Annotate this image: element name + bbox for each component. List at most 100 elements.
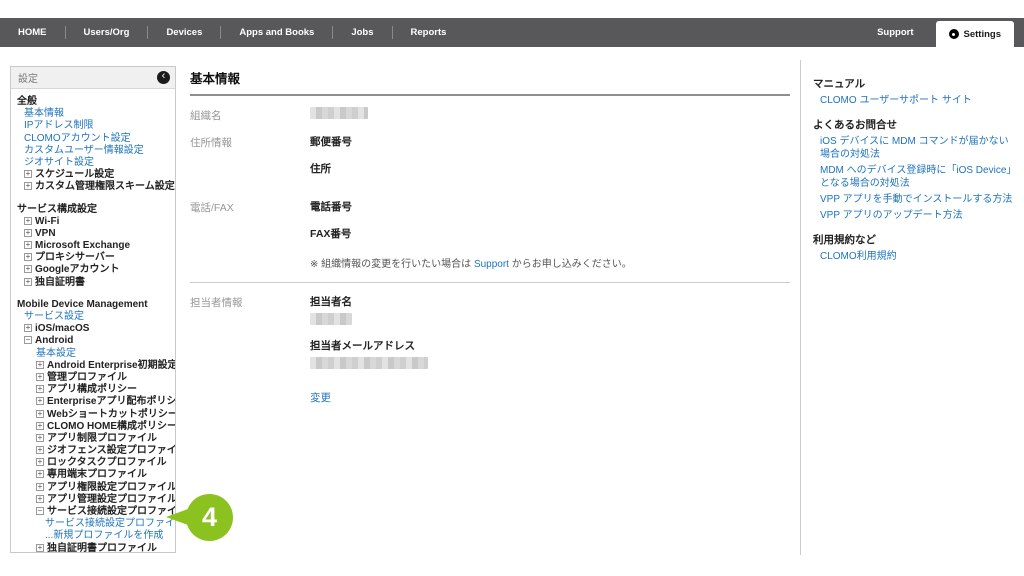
settings-tab-label: Settings bbox=[964, 29, 1001, 40]
callout-4-pointer bbox=[166, 509, 188, 525]
tree-item[interactable]: +プロキシサーバー bbox=[11, 252, 175, 264]
expand-icon[interactable]: + bbox=[24, 170, 32, 178]
expand-icon[interactable]: + bbox=[36, 422, 44, 430]
tree-item[interactable]: +独自証明書 bbox=[11, 277, 175, 289]
expand-icon[interactable]: + bbox=[36, 544, 44, 552]
help-section-title: 利用規約など bbox=[813, 232, 1016, 247]
expand-icon[interactable]: + bbox=[36, 361, 44, 369]
expand-icon[interactable]: + bbox=[36, 410, 44, 418]
expand-icon[interactable]: + bbox=[36, 446, 44, 454]
nav-item-apps-and-books[interactable]: Apps and Books bbox=[221, 18, 332, 47]
expand-icon[interactable]: + bbox=[36, 495, 44, 503]
help-link[interactable]: VPP アプリのアップデート方法 bbox=[820, 209, 1016, 222]
tree-item[interactable]: −サービス接続設定プロファイル bbox=[11, 506, 175, 518]
tree-item[interactable]: +独自証明書プロファイル bbox=[11, 543, 175, 553]
tree-item[interactable]: +ロックタスクプロファイル bbox=[11, 457, 175, 469]
tree-item[interactable]: +Googleアカウント bbox=[11, 264, 175, 276]
expand-icon[interactable]: + bbox=[36, 458, 44, 466]
expand-icon[interactable]: + bbox=[24, 265, 32, 273]
tree-item[interactable]: +Enterpriseアプリ配布ポリシー bbox=[11, 396, 175, 408]
nav-menu: HOMEUsers/OrgDevicesApps and BooksJobsRe… bbox=[0, 18, 464, 47]
contact-email-label: 担当者メールアドレス bbox=[310, 338, 428, 353]
tree-item[interactable]: +CLOMO HOME構成ポリシー bbox=[11, 421, 175, 433]
tree-item[interactable]: +管理プロファイル bbox=[11, 372, 175, 384]
tree-item[interactable]: +アプリ管理設定プロファイル bbox=[11, 494, 175, 506]
tree-item-label: iOS/macOS bbox=[35, 323, 89, 334]
expand-icon[interactable]: + bbox=[36, 483, 44, 491]
tree-item[interactable]: +Android Enterprise初期設定... bbox=[11, 360, 175, 372]
tree-item-label: IPアドレス制限 bbox=[24, 120, 93, 131]
support-link[interactable]: Support bbox=[474, 259, 509, 270]
section-divider bbox=[190, 282, 790, 283]
tree-item-label: Webショートカットポリシー bbox=[47, 409, 176, 420]
help-panel-sections: マニュアルCLOMO ユーザーサポート サイトよくあるお問合せiOS デバイスに… bbox=[813, 76, 1016, 263]
tree-item-label: Enterpriseアプリ配布ポリシー bbox=[47, 396, 176, 407]
collapse-icon[interactable]: − bbox=[24, 336, 32, 344]
expand-icon[interactable]: + bbox=[36, 397, 44, 405]
expand-icon[interactable]: + bbox=[24, 229, 32, 237]
help-link[interactable]: CLOMO ユーザーサポート サイト bbox=[820, 94, 1016, 107]
help-link[interactable]: VPP アプリを手動でインストールする方法 bbox=[820, 193, 1016, 206]
collapse-icon[interactable]: − bbox=[36, 507, 44, 515]
contact-email-redacted bbox=[310, 357, 428, 369]
tab-settings[interactable]: Settings bbox=[936, 21, 1014, 47]
tree-item[interactable]: 基本設定 bbox=[11, 348, 175, 360]
tree-item[interactable]: +Webショートカットポリシー bbox=[11, 409, 175, 421]
expand-icon[interactable]: + bbox=[36, 385, 44, 393]
clomo-settings-page: HOMEUsers/OrgDevicesApps and BooksJobsRe… bbox=[0, 0, 1024, 576]
tree-item-label: 独自証明書プロファイル bbox=[47, 543, 157, 553]
tree-item[interactable]: +ジオフェンス設定プロファイル bbox=[11, 445, 175, 457]
change-link[interactable]: 変更 bbox=[310, 390, 331, 405]
expand-icon[interactable]: + bbox=[24, 182, 32, 190]
expand-icon[interactable]: + bbox=[36, 470, 44, 478]
fax-label: FAX番号 bbox=[310, 226, 632, 241]
help-link[interactable]: CLOMO利用規約 bbox=[820, 250, 1016, 263]
sidebar-collapse-icon[interactable]: ‹ bbox=[157, 71, 170, 84]
help-link[interactable]: iOS デバイスに MDM コマンドが届かない場合の対処法 bbox=[820, 135, 1016, 161]
tree-item[interactable]: +Microsoft Exchange bbox=[11, 240, 175, 252]
expand-icon[interactable]: + bbox=[36, 373, 44, 381]
tree-item[interactable]: +アプリ制限プロファイル bbox=[11, 433, 175, 445]
expand-icon[interactable]: + bbox=[24, 253, 32, 261]
nav-item-home[interactable]: HOME bbox=[0, 18, 65, 47]
tree-item-label: アプリ構成ポリシー bbox=[47, 384, 137, 395]
nav-item-jobs[interactable]: Jobs bbox=[333, 18, 391, 47]
tree-item[interactable]: サービス設定 bbox=[11, 311, 175, 323]
settings-sidebar: 設定 ‹ 全般基本情報IPアドレス制限CLOMOアカウント設定カスタムユーザー情… bbox=[10, 66, 176, 553]
tree-item[interactable]: +Wi-Fi bbox=[11, 216, 175, 228]
tree-item[interactable]: サービス接続設定プロファイル bbox=[11, 518, 175, 530]
tree-item[interactable]: +iOS/macOS bbox=[11, 323, 175, 335]
tree-item[interactable]: ジオサイト設定 bbox=[11, 157, 175, 169]
tree-item-label: アプリ管理設定プロファイル bbox=[47, 494, 176, 505]
tree-item-label: Android Enterprise初期設定... bbox=[47, 360, 176, 371]
tree-item[interactable]: +カスタム管理権限スキーム設定 bbox=[11, 181, 175, 193]
tree-item[interactable]: +スケジュール設定 bbox=[11, 169, 175, 181]
tree-item[interactable]: +専用端末プロファイル bbox=[11, 469, 175, 481]
tree-item[interactable]: +アプリ構成ポリシー bbox=[11, 384, 175, 396]
phone-fax-label: 電話/FAX bbox=[190, 199, 310, 270]
expand-icon[interactable]: + bbox=[36, 434, 44, 442]
tree-item[interactable]: ...新規プロファイルを作成 bbox=[11, 530, 175, 542]
nav-item-users-org[interactable]: Users/Org bbox=[66, 18, 148, 47]
help-link[interactable]: MDM へのデバイス登録時に「iOS Device」となる場合の対処法 bbox=[820, 164, 1016, 190]
tree-item[interactable]: カスタムユーザー情報設定 bbox=[11, 145, 175, 157]
expand-icon[interactable]: + bbox=[24, 241, 32, 249]
tree-item[interactable]: IPアドレス制限 bbox=[11, 120, 175, 132]
nav-item-reports[interactable]: Reports bbox=[393, 18, 465, 47]
phone-fax-row: 電話/FAX 電話番号 FAX番号 ※ 組織情報の変更を行いたい場合は Supp… bbox=[190, 199, 790, 270]
tree-item[interactable]: 基本情報 bbox=[11, 108, 175, 120]
tree-item-label: 管理プロファイル bbox=[47, 372, 127, 383]
expand-icon[interactable]: + bbox=[24, 278, 32, 286]
callout-4-badge: 4 bbox=[186, 494, 233, 541]
tree-item[interactable]: −Android bbox=[11, 335, 175, 347]
expand-icon[interactable]: + bbox=[24, 324, 32, 332]
nav-item-devices[interactable]: Devices bbox=[148, 18, 220, 47]
tree-item-label: ジオサイト設定 bbox=[24, 157, 94, 168]
tree-item[interactable]: CLOMOアカウント設定 bbox=[11, 133, 175, 145]
expand-icon[interactable]: + bbox=[24, 217, 32, 225]
tree-item[interactable]: +アプリ権限設定プロファイル bbox=[11, 482, 175, 494]
tree-item[interactable]: +VPN bbox=[11, 228, 175, 240]
nav-item-support[interactable]: Support bbox=[855, 18, 935, 47]
tree-item-label: CLOMO HOME構成ポリシー bbox=[47, 421, 176, 432]
postal-code-label: 郵便番号 bbox=[310, 134, 352, 149]
